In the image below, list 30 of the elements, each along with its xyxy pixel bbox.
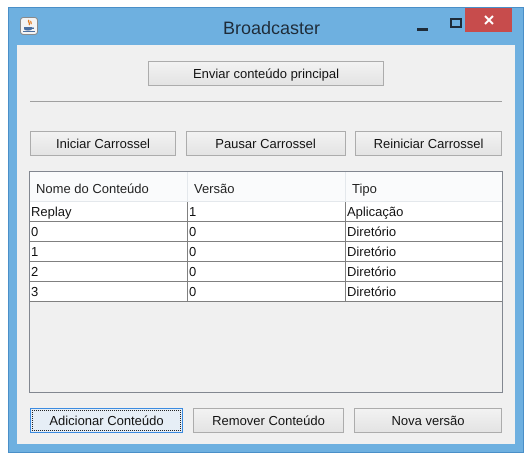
push-button[interactable]: Iniciar Carrossel bbox=[30, 131, 176, 156]
table-cell: 0 bbox=[188, 282, 346, 301]
table-cell: 2 bbox=[30, 262, 188, 281]
close-icon bbox=[484, 15, 494, 25]
column-header[interactable]: Tipo bbox=[346, 172, 502, 201]
java-cup-icon bbox=[20, 17, 38, 35]
close-button[interactable] bbox=[465, 8, 512, 32]
table-cell-text: Diretório bbox=[346, 263, 398, 281]
table-cell: 0 bbox=[188, 262, 346, 281]
table-cell-text: Aplicação bbox=[346, 203, 404, 221]
maximize-icon[interactable] bbox=[450, 18, 462, 28]
window-title: Broadcaster bbox=[223, 17, 320, 40]
table-cell: 0 bbox=[30, 222, 188, 241]
push-button[interactable]: Nova versão bbox=[354, 408, 502, 433]
table-cell: Replay bbox=[30, 202, 188, 221]
push-button[interactable]: Remover Conteúdo bbox=[193, 408, 344, 433]
table-cell: 1 bbox=[30, 242, 188, 261]
table-cell-text: Diretório bbox=[346, 223, 398, 241]
push-button[interactable]: Reiniciar Carrossel bbox=[355, 131, 502, 156]
table-cell: 1 bbox=[188, 202, 346, 221]
push-button[interactable]: Adicionar Conteúdo bbox=[30, 408, 183, 433]
column-header[interactable]: Versão bbox=[188, 172, 346, 201]
push-button[interactable]: Pausar Carrossel bbox=[186, 131, 346, 156]
column-header[interactable]: Nome do Conteúdo bbox=[30, 172, 188, 201]
table-cell: 3 bbox=[30, 282, 188, 301]
table-cell: 0 bbox=[188, 222, 346, 241]
table-cell-text: Diretório bbox=[346, 243, 398, 261]
table-cell: 0 bbox=[188, 242, 346, 261]
table-cell-text: Diretório bbox=[346, 283, 398, 301]
push-button[interactable]: Enviar conteúdo principal bbox=[148, 61, 384, 86]
